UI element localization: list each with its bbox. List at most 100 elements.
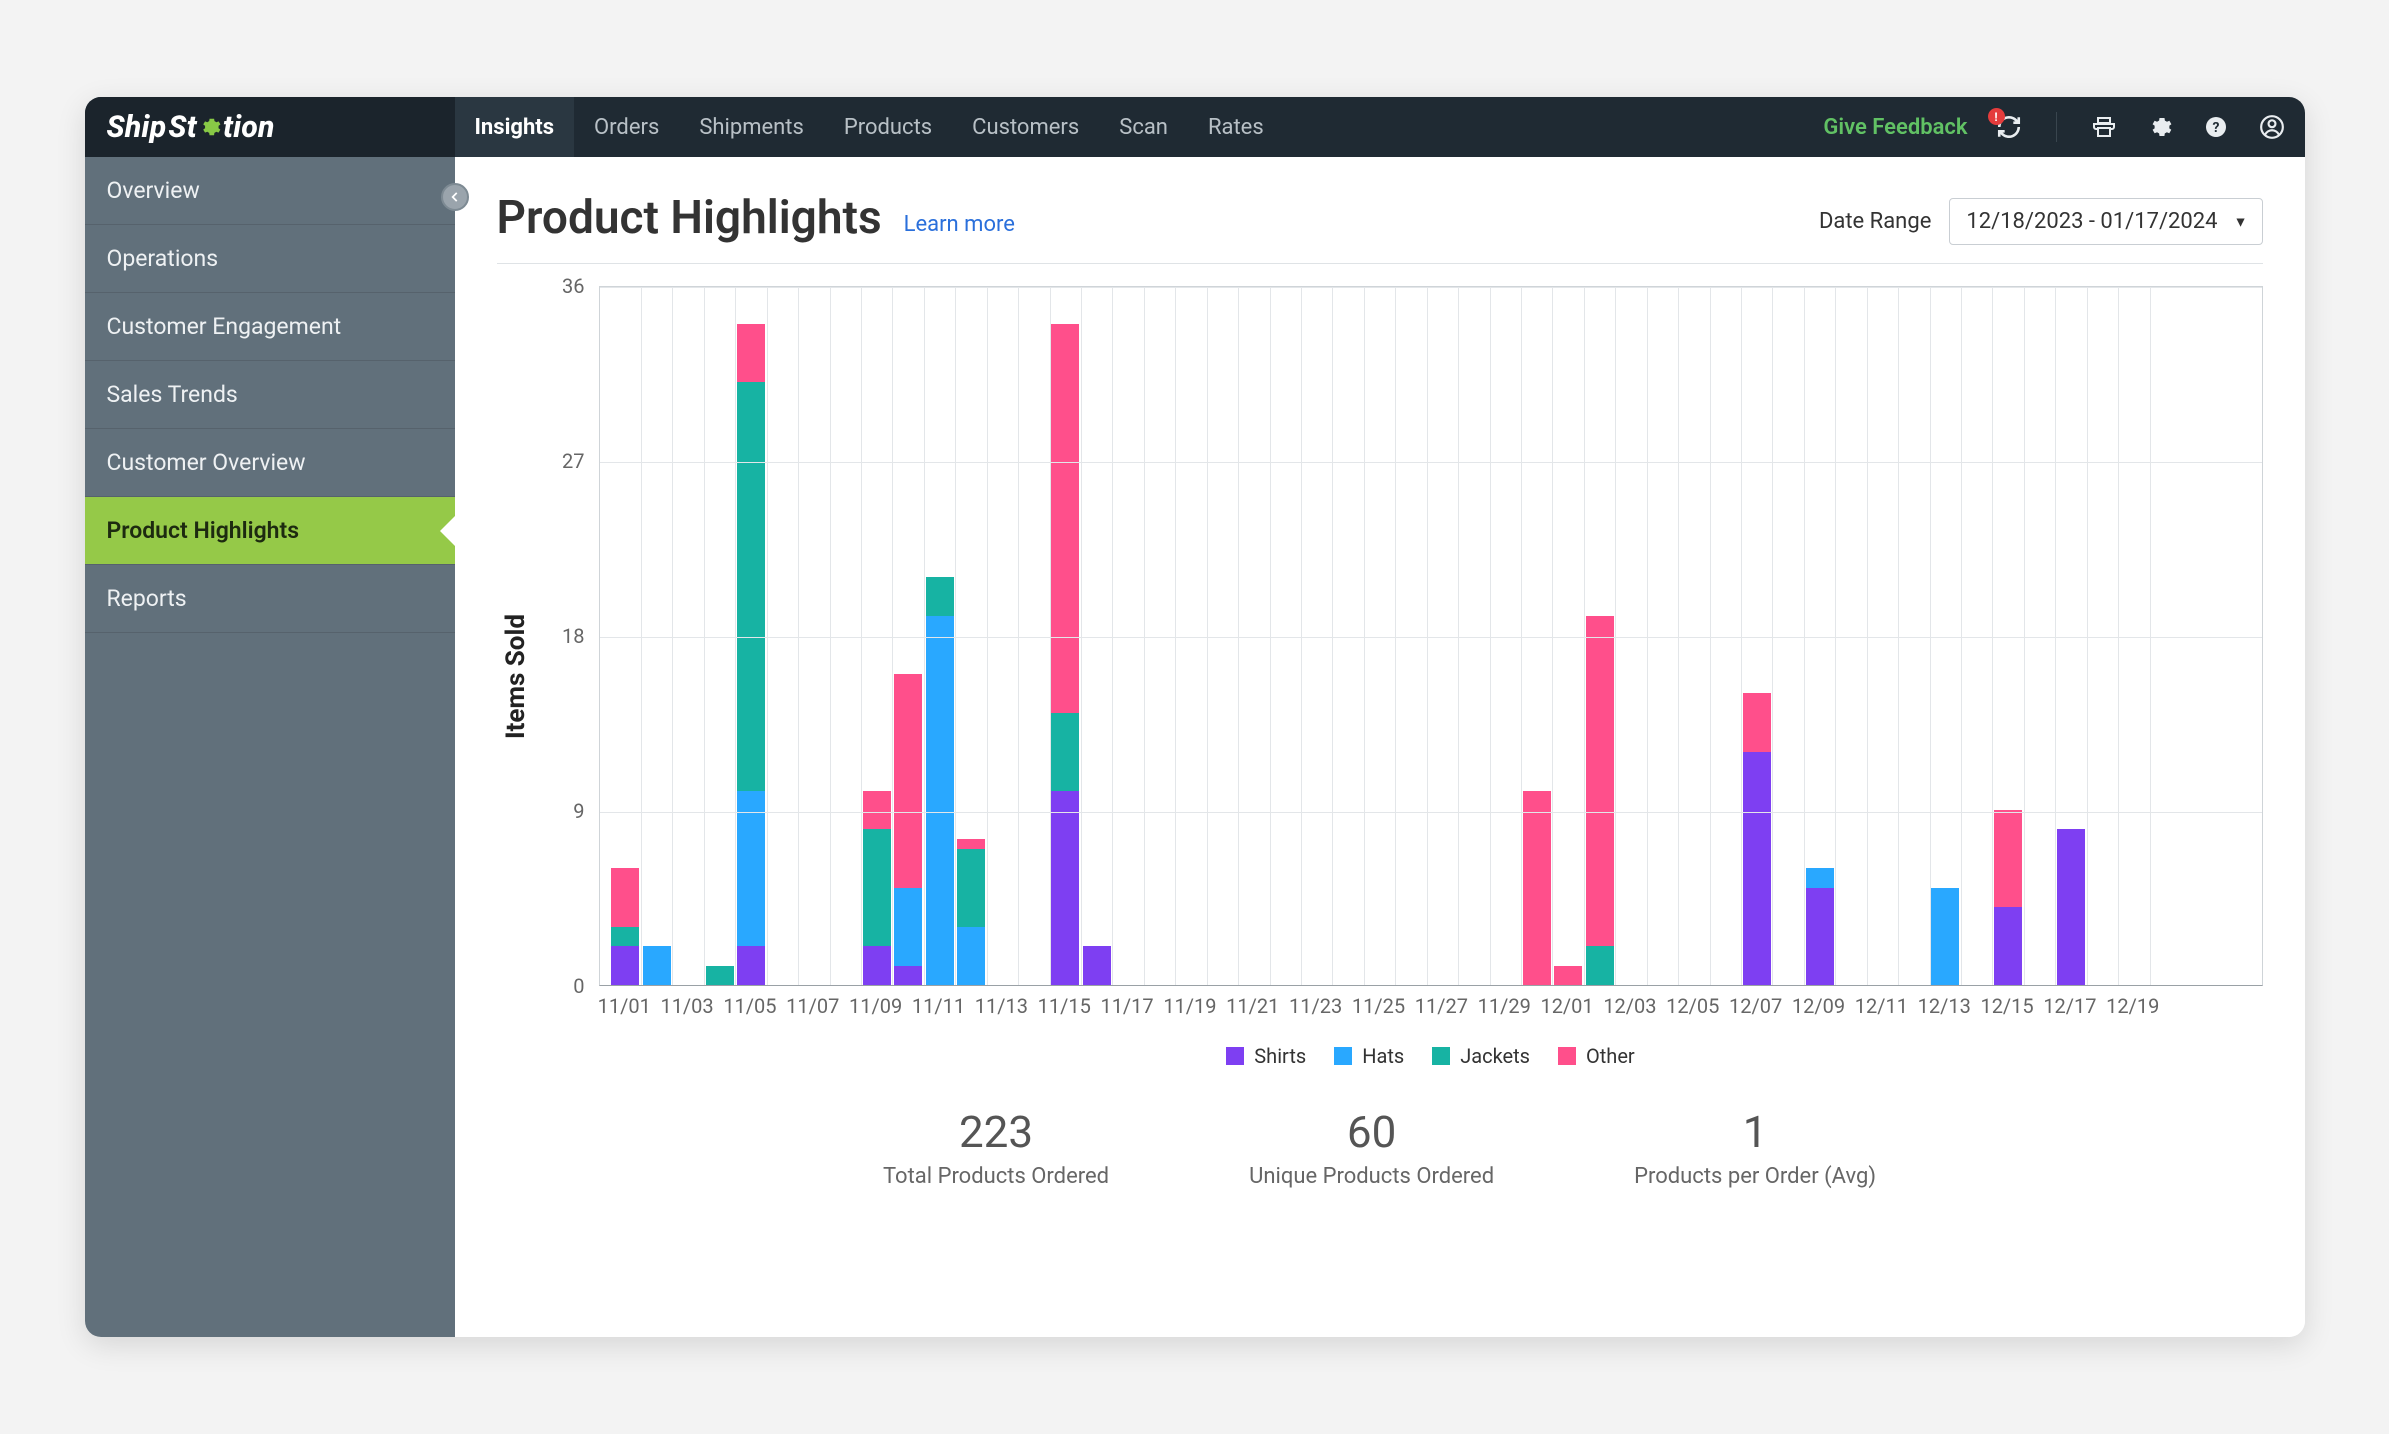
bar-seg-shirts: [1994, 907, 2022, 985]
page-header: Product Highlights Learn more Date Range…: [497, 191, 2263, 264]
nav-orders[interactable]: Orders: [574, 97, 679, 157]
brand-text: ShipSt tion: [107, 110, 275, 145]
legend-shirts[interactable]: Shirts: [1226, 1044, 1306, 1068]
bar-seg-hats: [926, 616, 954, 985]
divider: [2056, 112, 2057, 142]
nav-insights[interactable]: Insights: [455, 97, 575, 157]
y-tick: 27: [562, 449, 584, 473]
bar-seg-jackets: [926, 577, 954, 616]
topbar: ShipSt tion InsightsOrdersShipmentsProdu…: [85, 97, 2305, 157]
sidebar-item-overview[interactable]: Overview: [85, 157, 455, 225]
swatch-icon: [1432, 1047, 1450, 1065]
bar-seg-jackets: [737, 382, 765, 790]
account-icon[interactable]: [2257, 112, 2287, 142]
bar-11/04[interactable]: [706, 966, 734, 985]
stat-total-products-ordered: 223 Total Products Ordered: [883, 1106, 1109, 1189]
sidebar-item-reports[interactable]: Reports: [85, 565, 455, 633]
bar-seg-jackets: [1586, 946, 1614, 985]
bar-11/15[interactable]: [1051, 324, 1079, 985]
stat-label: Total Products Ordered: [883, 1164, 1109, 1189]
date-range-value: 12/18/2023 - 01/17/2024: [1966, 209, 2217, 234]
legend-hats[interactable]: Hats: [1334, 1044, 1404, 1068]
x-tick: 12/13: [1918, 994, 1971, 1018]
bar-11/01[interactable]: [611, 868, 639, 985]
x-tick: 11/03: [660, 994, 713, 1018]
x-tick: 11/19: [1163, 994, 1216, 1018]
bar-11/10[interactable]: [894, 674, 922, 985]
nav-rates[interactable]: Rates: [1188, 97, 1284, 157]
bar-seg-other: [1523, 791, 1551, 985]
bar-seg-hats: [894, 888, 922, 966]
bar-12/13[interactable]: [1931, 888, 1959, 985]
gear-icon: [199, 116, 221, 138]
legend-other[interactable]: Other: [1558, 1044, 1635, 1068]
legend-label: Hats: [1362, 1044, 1404, 1068]
learn-more-link[interactable]: Learn more: [904, 212, 1015, 237]
app-window: ShipSt tion InsightsOrdersShipmentsProdu…: [85, 97, 2305, 1337]
print-icon[interactable]: [2089, 112, 2119, 142]
bar-12/07[interactable]: [1743, 693, 1771, 985]
bar-seg-shirts: [1083, 946, 1111, 985]
stat-value: 60: [1249, 1106, 1494, 1158]
x-tick: 11/29: [1478, 994, 1531, 1018]
x-tick: 12/19: [2106, 994, 2159, 1018]
bar-seg-jackets: [957, 849, 985, 927]
give-feedback-link[interactable]: Give Feedback: [1823, 115, 1967, 140]
stat-unique-products-ordered: 60Unique Products Ordered: [1249, 1106, 1494, 1189]
bar-11/02[interactable]: [643, 946, 671, 985]
collapse-sidebar-button[interactable]: [441, 183, 469, 211]
bar-11/16[interactable]: [1083, 946, 1111, 985]
sidebar-item-sales-trends[interactable]: Sales Trends: [85, 361, 455, 429]
bar-11/30[interactable]: [1523, 791, 1551, 985]
bar-seg-shirts: [1743, 752, 1771, 985]
bar-seg-other: [611, 868, 639, 926]
stat-products-per-order-avg-: 1Products per Order (Avg): [1634, 1106, 1876, 1189]
nav-scan[interactable]: Scan: [1099, 97, 1188, 157]
legend-jackets[interactable]: Jackets: [1432, 1044, 1530, 1068]
bar-seg-other: [1051, 324, 1079, 713]
bar-seg-hats: [737, 791, 765, 947]
bar-seg-shirts: [737, 946, 765, 985]
bar-12/01[interactable]: [1554, 966, 1582, 985]
date-range-select[interactable]: 12/18/2023 - 01/17/2024 ▼: [1949, 198, 2262, 245]
sidebar-item-product-highlights[interactable]: Product Highlights: [85, 497, 455, 565]
brand[interactable]: ShipSt tion: [85, 97, 455, 157]
bar-seg-jackets: [863, 829, 891, 946]
bar-seg-other: [957, 839, 985, 849]
sidebar-item-customer-engagement[interactable]: Customer Engagement: [85, 293, 455, 361]
x-tick: 11/23: [1289, 994, 1342, 1018]
bar-seg-hats: [1806, 868, 1834, 887]
bar-11/09[interactable]: [863, 791, 891, 985]
bar-seg-shirts: [2057, 829, 2085, 985]
bar-12/09[interactable]: [1806, 868, 1834, 985]
sidebar: OverviewOperationsCustomer EngagementSal…: [85, 157, 455, 1337]
bar-12/15[interactable]: [1994, 810, 2022, 985]
bar-seg-shirts: [611, 946, 639, 985]
bar-11/12[interactable]: [957, 839, 985, 985]
y-tick: 18: [562, 624, 584, 648]
bar-seg-other: [1994, 810, 2022, 907]
bar-seg-other: [863, 791, 891, 830]
nav-customers[interactable]: Customers: [952, 97, 1099, 157]
sidebar-item-operations[interactable]: Operations: [85, 225, 455, 293]
bar-seg-other: [894, 674, 922, 888]
bar-11/05[interactable]: [737, 324, 765, 985]
bar-12/17[interactable]: [2057, 829, 2085, 985]
nav-shipments[interactable]: Shipments: [679, 97, 824, 157]
x-axis-ticks: 11/0111/0311/0511/0711/0911/1111/1311/15…: [599, 994, 2263, 1022]
sidebar-item-customer-overview[interactable]: Customer Overview: [85, 429, 455, 497]
bar-12/02[interactable]: [1586, 616, 1614, 985]
nav-products[interactable]: Products: [824, 97, 952, 157]
x-tick: 12/07: [1729, 994, 1782, 1018]
help-icon[interactable]: ?: [2201, 112, 2231, 142]
page-title: Product Highlights: [497, 191, 882, 245]
y-axis-title: Items Sold: [497, 286, 531, 1068]
y-axis-ticks: 09182736: [545, 286, 585, 986]
x-tick: 12/11: [1855, 994, 1908, 1018]
legend-label: Shirts: [1254, 1044, 1306, 1068]
refresh-icon[interactable]: !: [1994, 112, 2024, 142]
stat-value: 1: [1634, 1106, 1876, 1158]
settings-icon[interactable]: [2145, 112, 2175, 142]
alert-badge-icon: !: [1988, 108, 2005, 125]
stat-value: 223: [883, 1106, 1109, 1158]
